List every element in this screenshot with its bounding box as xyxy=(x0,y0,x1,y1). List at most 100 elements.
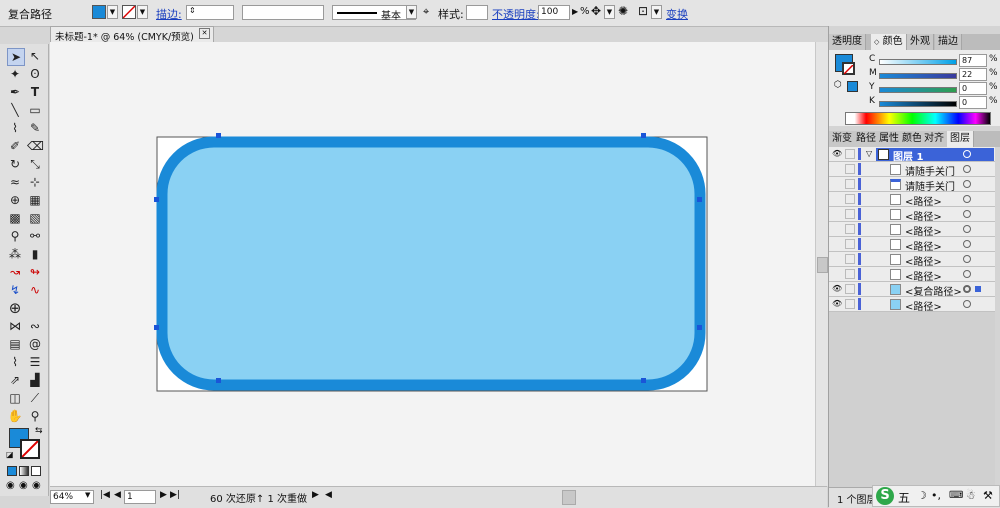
default-colors-icon[interactable]: ◪ xyxy=(6,450,14,459)
target-icon[interactable] xyxy=(963,150,971,158)
stroke-path-a-icon[interactable]: ↝ xyxy=(7,264,23,280)
envelope-icon[interactable]: ⋈ xyxy=(7,318,23,334)
last-page-icon[interactable]: ▶| xyxy=(170,490,180,500)
symbol-sprayer-icon[interactable]: ⁂ xyxy=(7,246,23,262)
last-color-swatch[interactable] xyxy=(847,81,858,92)
vertical-scrollbar[interactable] xyxy=(815,42,828,486)
variable-width-profile[interactable] xyxy=(242,5,324,20)
paintbrush-tool-icon[interactable]: ⌇ xyxy=(7,120,23,136)
target-icon[interactable] xyxy=(963,240,971,248)
tab-color[interactable]: ◇ 颜色 xyxy=(871,34,907,50)
bar-chart-icon[interactable]: ▟ xyxy=(27,372,43,388)
none-mode-icon[interactable] xyxy=(31,466,41,476)
layer-item[interactable]: <路径> xyxy=(829,192,995,208)
black-slider[interactable]: K 0 % xyxy=(869,96,999,110)
symbol-shifter-icon[interactable]: ⇗ xyxy=(7,372,23,388)
brush-dropdown[interactable]: ▼ xyxy=(406,5,417,19)
isolate-icon[interactable]: ⊡ xyxy=(638,4,648,18)
scroll-left-icon[interactable]: ◀ xyxy=(325,490,332,500)
eraser-tool-icon[interactable]: ⌫ xyxy=(27,138,44,154)
target-icon[interactable] xyxy=(963,300,971,308)
tab-align[interactable]: 对齐 xyxy=(921,131,948,147)
align-dropdown[interactable]: ▼ xyxy=(604,5,615,19)
black-value[interactable]: 0 xyxy=(959,96,987,109)
pencil-tool-icon[interactable]: ✎ xyxy=(27,120,43,136)
expand-arrow-icon[interactable]: ▽ xyxy=(866,149,872,158)
target-icon[interactable] xyxy=(963,225,971,233)
mesh-tool-icon[interactable]: ▩ xyxy=(7,210,23,226)
tab-transparency[interactable]: 透明度 xyxy=(829,34,866,50)
graphic-style-picker[interactable] xyxy=(466,5,488,20)
fill-dropdown[interactable]: ▼ xyxy=(107,5,118,19)
draw-normal-icon[interactable]: ◉ xyxy=(6,480,15,491)
cyan-slider[interactable]: C 87 % xyxy=(869,54,999,68)
opacity-link[interactable]: 不透明度: xyxy=(492,6,540,22)
hand-tool-icon[interactable]: ✋ xyxy=(7,408,23,424)
target-icon[interactable] xyxy=(963,270,971,278)
next-page-icon[interactable]: ▶ xyxy=(160,490,167,500)
opacity-arrow-icon[interactable]: ▶ xyxy=(572,7,578,16)
canvas-work-area[interactable] xyxy=(50,42,815,486)
rectangle-tool-icon[interactable]: ▭ xyxy=(27,102,43,118)
cube-icon[interactable]: ⬡ xyxy=(834,80,842,90)
prev-page-icon[interactable]: ◀ xyxy=(114,490,121,500)
draw-inside-icon[interactable]: ◉ xyxy=(32,480,41,491)
layer-item[interactable]: 👁 <复合路径> xyxy=(829,282,995,298)
gradient-tool-icon[interactable]: ▧ xyxy=(27,210,43,226)
moon-icon[interactable]: ☽ xyxy=(917,489,927,502)
mesh-grid-icon[interactable]: ▤ xyxy=(7,336,23,352)
color-stroke-swatch[interactable] xyxy=(842,62,855,75)
blend-tool-icon[interactable]: ⚯ xyxy=(27,228,43,244)
document-tab[interactable]: 未标题-1* @ 64% (CMYK/预览) ✕ xyxy=(50,26,214,43)
perspective-grid-icon[interactable]: ▦ xyxy=(27,192,43,208)
color-spectrum[interactable] xyxy=(845,112,991,125)
yellow-value[interactable]: 0 xyxy=(959,82,987,95)
wrench-icon[interactable]: ⚒ xyxy=(983,489,993,502)
first-page-icon[interactable]: |◀ xyxy=(100,490,110,500)
tab-gradient[interactable]: 渐变 xyxy=(829,131,856,147)
shape-builder-icon[interactable]: ⊕ xyxy=(7,192,23,208)
transform-link[interactable]: 变换 xyxy=(666,6,688,22)
stroke-path-d-icon[interactable]: ∿ xyxy=(27,282,43,298)
lock-toggle[interactable] xyxy=(845,149,855,159)
punctuation-icon[interactable]: •, xyxy=(931,489,941,502)
wave-icon[interactable]: ∾ xyxy=(27,318,43,334)
target-icon[interactable] xyxy=(963,165,971,173)
layer-row-top[interactable]: 👁 ▽ 图层 1 xyxy=(829,147,995,163)
type-tool-icon[interactable]: T xyxy=(27,84,43,100)
list-icon[interactable]: ☰ xyxy=(27,354,43,370)
visibility-eye-icon[interactable]: 👁 xyxy=(832,149,842,159)
blob-brush-icon[interactable]: ✐ xyxy=(7,138,23,154)
tab-layers[interactable]: 图层 xyxy=(947,131,974,147)
layer-item[interactable]: 👁 <路径> xyxy=(829,297,995,313)
layer-item[interactable]: <路径> xyxy=(829,237,995,253)
zoom-dropdown-icon[interactable]: ▼ xyxy=(85,491,90,499)
rotate-tool-icon[interactable]: ↻ xyxy=(7,156,23,172)
layer-item[interactable]: <路径> xyxy=(829,222,995,238)
recolor-artwork-icon[interactable]: ✺ xyxy=(618,4,628,18)
tab-stroke[interactable]: 描边 xyxy=(935,34,962,50)
layer-item[interactable]: 请随手关门 xyxy=(829,162,995,178)
tab-appearance[interactable]: 外观 xyxy=(907,34,934,50)
magic-wand-icon[interactable]: ✦ xyxy=(7,66,23,82)
direct-selection-tool-icon[interactable]: ↖ xyxy=(27,48,43,64)
scale-tool-icon[interactable]: ⤡ xyxy=(27,156,43,172)
column-graph-icon[interactable]: ▮ xyxy=(27,246,43,262)
opacity-field[interactable]: 100 xyxy=(538,5,570,20)
draw-behind-icon[interactable]: ◉ xyxy=(19,480,28,491)
crosshair-tool-icon[interactable]: ⊕ xyxy=(7,300,23,316)
stroke-proxy[interactable] xyxy=(20,439,40,459)
status-menu-icon[interactable]: ▶ xyxy=(312,490,319,500)
lasso-tool-icon[interactable]: ʘ xyxy=(27,66,43,82)
color-mode-icon[interactable] xyxy=(7,466,17,476)
align-options-icon[interactable]: ✥ xyxy=(591,4,601,18)
yellow-slider[interactable]: Y 0 % xyxy=(869,82,999,96)
gradient-mode-icon[interactable] xyxy=(19,466,29,476)
layer-item[interactable]: <路径> xyxy=(829,207,995,223)
eyedropper-icon[interactable]: ⚲ xyxy=(7,228,23,244)
stroke-link[interactable]: 描边: xyxy=(156,6,182,22)
fill-swatch[interactable] xyxy=(92,5,106,19)
free-transform-icon[interactable]: ⊹ xyxy=(27,174,43,190)
visibility-eye-icon[interactable]: 👁 xyxy=(832,284,842,294)
selection-tool-icon[interactable]: ➤ xyxy=(7,48,25,66)
